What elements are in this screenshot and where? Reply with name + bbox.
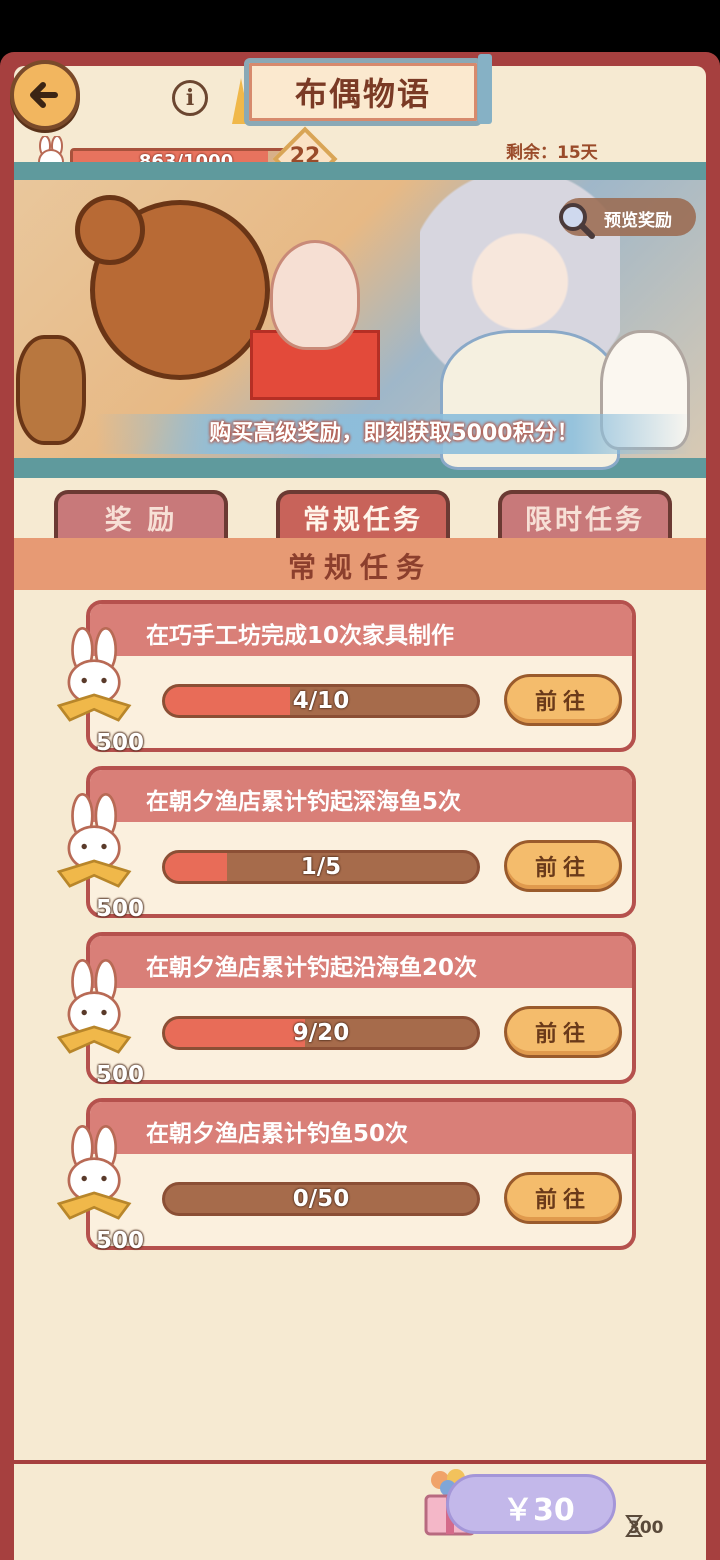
task-progress-text: 0/50 — [292, 1186, 350, 1212]
tab-regular-tasks[interactable]: 常规任务 — [276, 490, 450, 540]
info-icon: i — [185, 85, 195, 111]
bunny-reward-icon — [56, 958, 132, 1054]
tab-rewards[interactable]: 奖 励 — [54, 490, 228, 540]
go-button-label: 前往 — [534, 1022, 591, 1047]
back-button[interactable] — [10, 60, 80, 130]
task-title: 在朝夕渔店累计钓鱼50次 — [146, 1121, 409, 1147]
title-decoration — [478, 54, 492, 124]
task-card: 在巧手工坊完成10次家具制作 4/10 前往 — [86, 600, 636, 752]
task-reward: 500 — [50, 626, 150, 756]
promo-banner[interactable]: 购买高级奖励，即刻获取5000积分！ — [96, 414, 692, 454]
go-button[interactable]: 前往 — [504, 1006, 622, 1058]
promo-text: 购买高级奖励，即刻获取5000积分！ — [209, 421, 579, 446]
page-title: 布偶物语 — [294, 75, 431, 113]
task-reward: 500 — [50, 958, 150, 1088]
remaining-time: 剩余：15天 — [506, 143, 598, 163]
tab-bar: 奖 励 常规任务 限时任务 — [14, 478, 706, 540]
task-progress-bar: 9/20 — [162, 1016, 480, 1050]
info-button[interactable]: i — [172, 80, 208, 116]
bunny-reward-icon — [56, 792, 132, 888]
task-progress-text: 9/20 — [292, 1020, 350, 1046]
go-button[interactable]: 前往 — [504, 1172, 622, 1224]
task-progress-text: 1/5 — [300, 854, 342, 880]
task-card: 在朝夕渔店累计钓起沿海鱼20次 9/20 前往 — [86, 932, 636, 1084]
purchase-price: ￥30 — [503, 1493, 575, 1528]
tab-label: 奖 励 — [104, 504, 178, 536]
task-reward: 500 — [50, 792, 150, 922]
go-button[interactable]: 前往 — [504, 674, 622, 726]
go-button[interactable]: 前往 — [504, 840, 622, 892]
tab-label: 限时任务 — [525, 504, 645, 536]
section-title: 常规任务 — [287, 551, 432, 584]
task-title: 在巧手工坊完成10次家具制作 — [146, 623, 455, 649]
currency-count: 300 — [628, 1518, 664, 1538]
bunny-reward-icon — [56, 626, 132, 722]
task-card: 在朝夕渔店累计钓鱼50次 0/50 前往 — [86, 1098, 636, 1250]
reward-amount: 500 — [96, 1228, 145, 1254]
go-button-label: 前往 — [534, 1188, 591, 1213]
task-progress-bar: 4/10 — [162, 684, 480, 718]
task-reward: 500 — [50, 1124, 150, 1254]
section-header: 常规任务 — [14, 538, 706, 590]
teddy-bear-illustration — [75, 195, 270, 380]
task-progress-bar: 0/50 — [162, 1182, 480, 1216]
preview-rewards-label: 预览奖励 — [604, 211, 672, 231]
task-title: 在朝夕渔店累计钓起沿海鱼20次 — [146, 955, 478, 981]
tab-limited-tasks[interactable]: 限时任务 — [498, 490, 672, 540]
task-progress-text: 4/10 — [292, 688, 350, 714]
tab-label: 常规任务 — [303, 504, 423, 536]
bunny-reward-icon — [56, 1124, 132, 1220]
magnifier-icon — [559, 203, 595, 239]
task-card: 在朝夕渔店累计钓起深海鱼5次 1/5 前往 — [86, 766, 636, 918]
bunny-doll-illustration — [270, 240, 360, 350]
go-button-label: 前往 — [534, 856, 591, 881]
back-arrow-icon — [30, 82, 58, 108]
reward-amount: 500 — [96, 896, 145, 922]
purchase-button[interactable]: ￥30 — [446, 1474, 616, 1534]
task-title: 在朝夕渔店累计钓起深海鱼5次 — [146, 789, 462, 815]
task-progress-bar: 1/5 — [162, 850, 480, 884]
go-button-label: 前往 — [534, 690, 591, 715]
reward-amount: 500 — [96, 730, 145, 756]
reward-amount: 500 — [96, 1062, 145, 1088]
small-teddy-illustration — [16, 335, 86, 445]
title-plate: 布偶物语 — [244, 58, 482, 126]
